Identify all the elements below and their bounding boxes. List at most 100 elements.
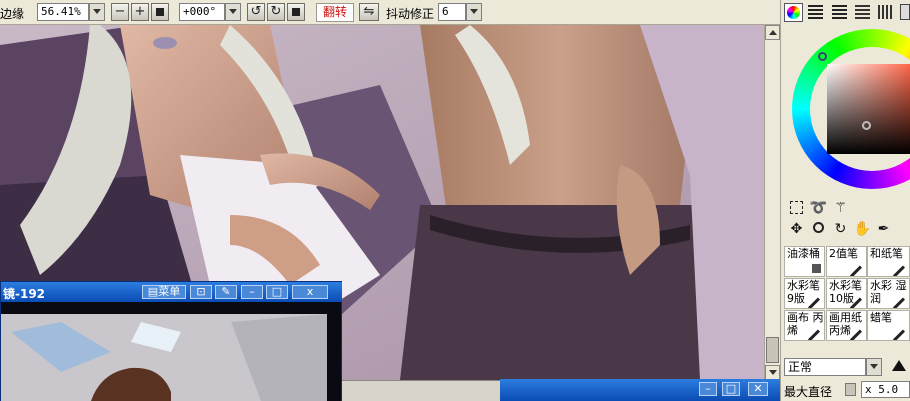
rotation-dropdown[interactable] [225, 3, 241, 21]
zoom-dropdown[interactable] [89, 3, 105, 21]
brush-canvas-acrylic[interactable]: 画布 丙烯 [784, 310, 825, 341]
navigator-close-button[interactable]: x [292, 285, 328, 299]
color-tab-mixer[interactable] [855, 5, 871, 19]
brush-washi-pen[interactable]: 和纸笔 [867, 246, 910, 277]
rotate-left-icon: ↺ [250, 4, 262, 19]
zoom-reset-button[interactable] [151, 3, 169, 21]
mixer-icon [855, 5, 870, 19]
edge-label: 边缘 [0, 7, 25, 21]
navigator-menu-button[interactable]: ▤菜单 [142, 285, 186, 299]
brush-label: 蜡笔 [870, 311, 892, 324]
rect-select-tool[interactable] [786, 198, 807, 219]
magic-wand-tool[interactable]: ⚚ [830, 198, 851, 219]
navigator-fit-button[interactable]: ⊡ [190, 285, 212, 299]
rotate-reset-button[interactable] [287, 3, 305, 21]
canvas-vertical-scrollbar[interactable] [764, 25, 780, 380]
zoom-tool[interactable] [808, 219, 829, 240]
navigator-pin-button[interactable]: ✎ [215, 285, 237, 299]
secondary-close-button[interactable]: ✕ [748, 382, 768, 396]
swatch-icon [878, 5, 893, 19]
navigator-preview[interactable] [1, 302, 341, 401]
magic-wand-icon: ⚚ [834, 200, 847, 216]
brush-label: 油漆桶 [787, 247, 820, 260]
color-tab-scratchpad[interactable] [900, 4, 910, 20]
navigator-minimize-button[interactable]: – [241, 285, 263, 299]
scroll-down-button[interactable] [765, 365, 780, 380]
lasso-icon: ➰ [809, 200, 828, 216]
stabilizer-field[interactable]: 6 [438, 3, 466, 21]
max-size-lock[interactable] [845, 383, 856, 396]
hand-icon: ✋ [853, 221, 872, 237]
brush-icon [807, 297, 821, 308]
flip-vertical-button[interactable]: ⇋ [359, 3, 379, 21]
color-tab-swatches[interactable] [878, 5, 894, 19]
eyedropper-icon: ✒ [877, 221, 890, 237]
brush-watercolor-9[interactable]: 水彩笔 9版 [784, 278, 825, 309]
hue-marker[interactable] [818, 52, 827, 61]
brush-binary-pen[interactable]: 2值笔 [826, 246, 867, 277]
zoom-field[interactable]: 56.41% [37, 3, 89, 21]
color-wheel-icon [787, 6, 800, 19]
navigator-titlebar[interactable]: 镜-192 ▤菜单 ⊡ ✎ – □ x [1, 282, 342, 302]
color-tab-rgb[interactable] [808, 5, 824, 19]
close-icon: ✕ [753, 382, 763, 395]
color-tab-hsv[interactable] [832, 5, 848, 19]
flip-button[interactable]: 翻转 [316, 3, 354, 22]
brush-crayon[interactable]: 蜡笔 [867, 310, 910, 341]
color-wheel[interactable] [792, 29, 910, 189]
navigator-window: 镜-192 ▤菜单 ⊡ ✎ – □ x [0, 281, 342, 401]
brush-label: 和纸笔 [870, 247, 903, 260]
zoom-in-button[interactable]: + [131, 3, 149, 21]
rotate-icon: ↻ [834, 221, 847, 237]
hand-tool[interactable]: ✋ [852, 219, 873, 240]
rotate-right-button[interactable]: ↻ [267, 3, 285, 21]
minimize-icon: – [705, 382, 711, 395]
blend-mode-select[interactable]: 正常 [784, 358, 866, 376]
reference-image [1, 302, 341, 401]
minimize-icon: – [249, 285, 255, 298]
brush-icon [849, 329, 863, 340]
sliders-icon [808, 5, 823, 19]
navigator-maximize-button[interactable]: □ [266, 285, 288, 299]
rotate-right-icon: ↻ [270, 4, 282, 19]
scroll-up-button[interactable] [765, 25, 780, 40]
zoom-out-button[interactable]: − [111, 3, 129, 21]
secondary-minimize-button[interactable]: – [699, 382, 717, 396]
square-icon [292, 8, 300, 16]
rotate-tool[interactable]: ↻ [830, 219, 851, 240]
pressure-arrow-icon[interactable] [892, 360, 906, 371]
saturation-value-square[interactable] [827, 64, 910, 154]
max-size-multiplier[interactable]: x 5.0 [861, 381, 910, 398]
menu-icon: ▤ [147, 285, 159, 298]
maximize-icon: □ [271, 285, 283, 298]
lasso-tool[interactable]: ➰ [808, 198, 829, 219]
navigator-title: 镜-192 [3, 287, 46, 301]
scroll-thumb[interactable] [766, 337, 779, 363]
rotate-left-button[interactable]: ↺ [247, 3, 265, 21]
bucket-icon [812, 264, 821, 273]
stabilizer-label: 抖动修正 [386, 7, 435, 21]
pen-icon [892, 265, 906, 276]
blend-mode-dropdown[interactable] [866, 358, 882, 376]
brush-label: 2值笔 [829, 247, 858, 260]
brush-bucket[interactable]: 油漆桶 [784, 246, 825, 277]
fit-view-icon: ⊡ [196, 285, 206, 298]
eyedropper-tool[interactable]: ✒ [873, 219, 894, 240]
secondary-window-titlebar[interactable]: – □ ✕ [500, 379, 780, 401]
maximize-icon: □ [725, 382, 737, 395]
brush-watercolor-10[interactable]: 水彩笔 10版 [826, 278, 867, 309]
brush-watercolor-wet[interactable]: 水彩 湿润 [867, 278, 910, 309]
brush-icon [892, 297, 906, 308]
move-icon: ✥ [790, 221, 803, 237]
brush-paper-acrylic[interactable]: 画用纸 丙烯 [826, 310, 867, 341]
navigator-menu-label: 菜单 [158, 285, 181, 298]
rotation-field[interactable]: +000° [179, 3, 225, 21]
secondary-maximize-button[interactable]: □ [722, 382, 740, 396]
brush-icon [892, 329, 906, 340]
stabilizer-dropdown[interactable] [466, 3, 482, 21]
color-picker-marker[interactable] [862, 121, 871, 130]
color-tab-wheel[interactable] [784, 3, 803, 22]
pin-icon: ✎ [221, 285, 231, 298]
move-tool[interactable]: ✥ [786, 219, 807, 240]
sliders-icon [832, 5, 847, 19]
